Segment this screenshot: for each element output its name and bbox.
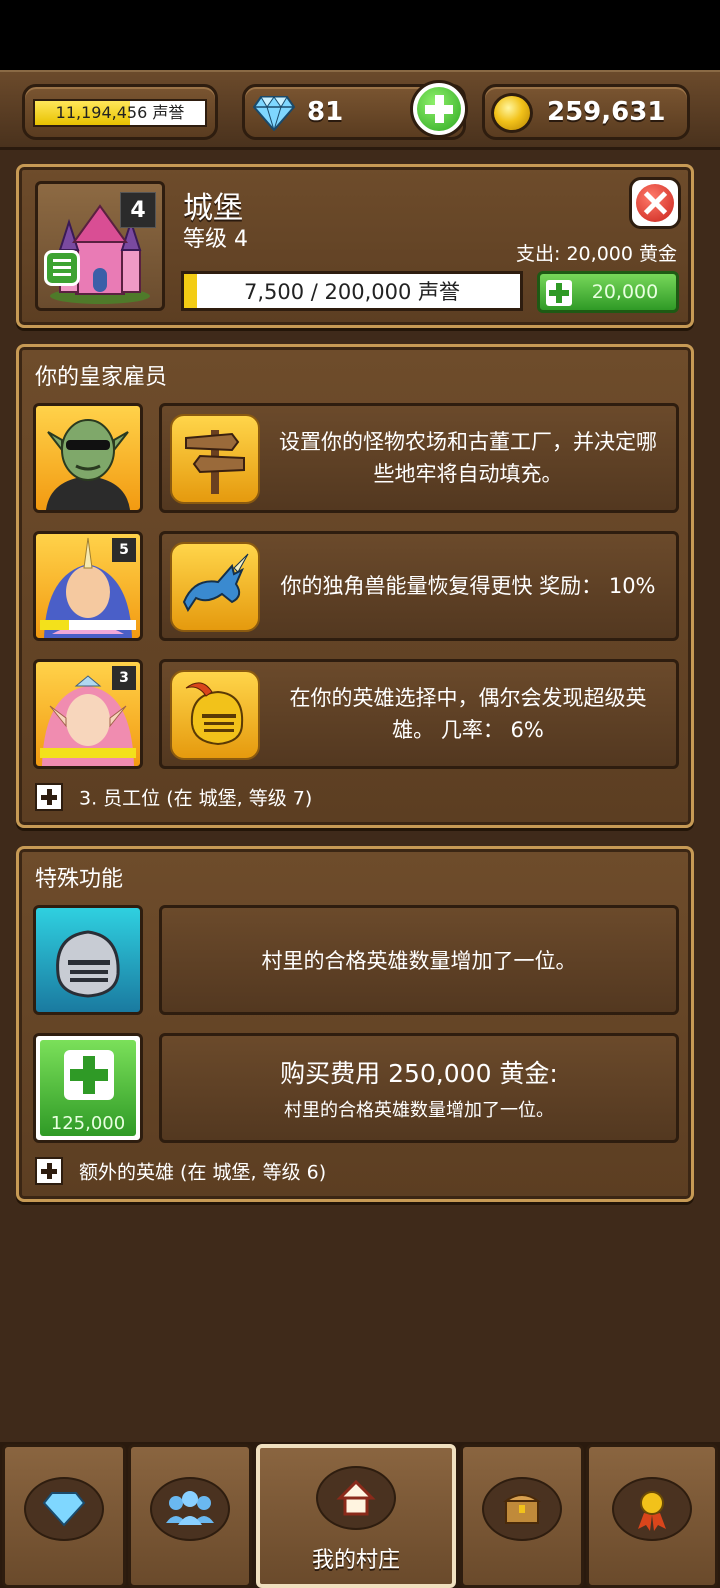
unicorn-icon xyxy=(170,542,260,632)
level-badge: 4 xyxy=(120,192,156,228)
employee-text: 你的独角兽能量恢复得更快 奖励： 10% xyxy=(280,574,656,598)
employee-description: 设置你的怪物农场和古董工厂，并决定哪些地牢将自动填充。 xyxy=(159,403,679,513)
golden-helmet-icon xyxy=(170,670,260,760)
employee-portrait-orc[interactable] xyxy=(33,403,143,513)
employee-description: 在你的英雄选择中，偶尔会发现超级英雄。 几率： 6% xyxy=(159,659,679,769)
feature-description: 村里的合格英雄数量增加了一位。 xyxy=(159,905,679,1015)
castle-image: 4 xyxy=(35,181,165,311)
gem-shop-icon xyxy=(24,1477,104,1541)
gold-count: 259,631 xyxy=(547,97,666,127)
nav-gem-shop[interactable] xyxy=(2,1444,126,1588)
feature-cost-title: 购买费用 250,000 黄金: xyxy=(280,1059,558,1088)
upgrade-price: 20,000 xyxy=(591,281,659,303)
orc-avatar-icon xyxy=(46,419,130,510)
medal-icon xyxy=(612,1477,692,1541)
buy-feature-price: 125,000 xyxy=(50,1113,126,1134)
nav-achievements[interactable] xyxy=(586,1444,718,1588)
reputation-meter: 11,194,456 声誉 xyxy=(33,99,207,127)
employee-slot-hint-text: 3. 员工位 (在 城堡, 等级 7) xyxy=(79,787,313,810)
treasure-chest-icon xyxy=(482,1477,562,1541)
heroes-group-icon xyxy=(150,1477,230,1541)
employees-panel: 你的皇家雇员 设置你的怪物农场和古董工厂，并决定哪些地牢将自动填充。 5 你的独… xyxy=(16,344,694,828)
resource-bar: 11,194,456 声誉 81 259,631 xyxy=(0,70,720,150)
employee-slot-hint[interactable]: 3. 员工位 (在 城堡, 等级 7) xyxy=(35,783,312,811)
extra-hero-hint-text: 额外的英雄 (在 城堡, 等级 6) xyxy=(79,1161,327,1184)
nav-my-village-label: 我的村庄 xyxy=(311,1548,400,1573)
gold-pill[interactable]: 259,631 xyxy=(482,84,690,140)
diamond-icon xyxy=(253,96,295,131)
special-features-title: 特殊功能 xyxy=(35,867,124,892)
employee-text: 在你的英雄选择中，偶尔会发现超级英雄。 几率： 6% xyxy=(289,686,647,742)
feature-description: 购买费用 250,000 黄金: 村里的合格英雄数量增加了一位。 xyxy=(159,1033,679,1143)
buy-feature-button[interactable]: 125,000 xyxy=(33,1033,143,1143)
buy-gems-button[interactable] xyxy=(410,80,468,138)
feature-image xyxy=(33,905,143,1015)
plus-icon xyxy=(417,87,461,131)
employee-portrait-unicorn-girl[interactable]: 5 xyxy=(33,531,143,641)
plus-icon xyxy=(35,1157,63,1185)
nav-treasure[interactable] xyxy=(460,1444,584,1588)
employee-rank: 5 xyxy=(112,538,136,562)
employee-portrait-elf-girl[interactable]: 3 xyxy=(33,659,143,769)
employee-rank: 3 xyxy=(112,666,136,690)
building-level: 等级 4 xyxy=(183,227,248,252)
plus-icon xyxy=(35,783,63,811)
close-icon xyxy=(636,184,674,222)
feature-text: 村里的合格英雄数量增加了一位。 xyxy=(261,949,577,973)
building-panel: 4 城堡 等级 4 支出: 20,000 黄金 7,500 / 200,000 … xyxy=(16,164,694,328)
signpost-icon xyxy=(170,414,260,504)
employee-xp-bar xyxy=(40,620,136,630)
status-bar xyxy=(0,0,720,70)
upgrade-progress-bar: 7,500 / 200,000 声誉 xyxy=(181,271,523,311)
gems-count: 81 xyxy=(307,97,344,127)
close-button[interactable] xyxy=(629,177,681,229)
reputation-value: 11,194,456 声誉 xyxy=(55,103,185,122)
reputation-pill: 11,194,456 声誉 xyxy=(22,84,218,140)
employees-title: 你的皇家雇员 xyxy=(35,365,168,390)
plus-icon xyxy=(546,280,572,306)
bottom-navigation: 我的村庄 xyxy=(0,1442,720,1588)
employee-description: 你的独角兽能量恢复得更快 奖励： 10% xyxy=(159,531,679,641)
nav-my-village[interactable]: 我的村庄 xyxy=(256,1444,456,1588)
list-icon[interactable] xyxy=(44,250,80,286)
home-icon xyxy=(316,1466,396,1530)
employee-xp-bar xyxy=(40,748,136,758)
plus-icon xyxy=(64,1050,114,1100)
progress-text: 7,500 / 200,000 声誉 xyxy=(243,280,461,304)
special-features-panel: 特殊功能 村里的合格英雄数量增加了一位。 125,000 购买费用 250,00… xyxy=(16,846,694,1202)
nav-heroes[interactable] xyxy=(128,1444,252,1588)
extra-hero-hint[interactable]: 额外的英雄 (在 城堡, 等级 6) xyxy=(35,1157,326,1185)
upkeep-cost: 支出: 20,000 黄金 xyxy=(516,243,677,265)
employee-text: 设置你的怪物农场和古董工厂，并决定哪些地牢将自动填充。 xyxy=(279,430,657,486)
knight-helmet-icon xyxy=(56,930,120,998)
gold-coin-icon xyxy=(491,93,533,133)
feature-text: 村里的合格英雄数量增加了一位。 xyxy=(284,1100,554,1121)
upgrade-buy-button[interactable]: 20,000 xyxy=(537,271,679,313)
